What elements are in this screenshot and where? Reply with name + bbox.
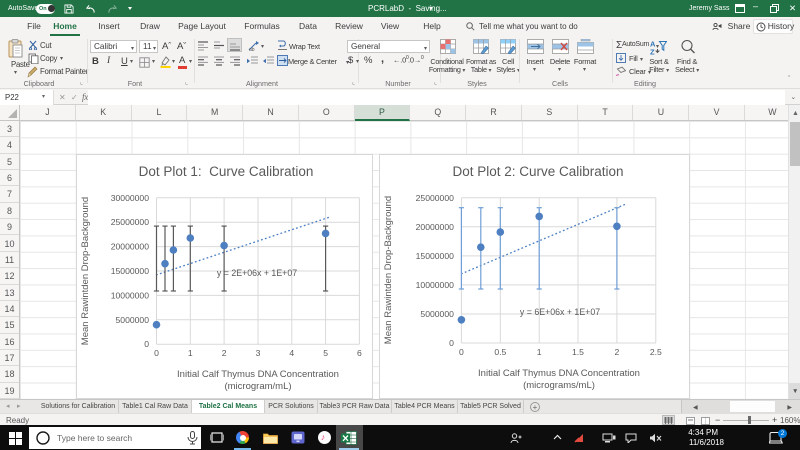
svg-text:5000000: 5000000: [116, 315, 150, 325]
svg-text:10000000: 10000000: [111, 290, 149, 300]
svg-text:1: 1: [188, 348, 193, 358]
svg-text:0: 0: [459, 347, 464, 357]
svg-text:6: 6: [357, 348, 362, 358]
svg-text:0: 0: [144, 339, 149, 349]
svg-text:25000000: 25000000: [111, 217, 149, 227]
svg-text:10000000: 10000000: [416, 280, 454, 290]
svg-text:Mean Rawintden Drop-Background: Mean Rawintden Drop-Background: [80, 197, 91, 345]
svg-text:25000000: 25000000: [416, 193, 454, 203]
svg-text:1.5: 1.5: [572, 347, 584, 357]
svg-text:0.5: 0.5: [494, 347, 506, 357]
svg-text:y = 6E+06x + 1E+07: y = 6E+06x + 1E+07: [520, 307, 600, 317]
svg-text:(micrograms/mL): (micrograms/mL): [523, 380, 595, 391]
svg-text:15000000: 15000000: [416, 251, 454, 261]
svg-text:2: 2: [222, 348, 227, 358]
svg-text:1: 1: [537, 347, 542, 357]
svg-text:3: 3: [256, 348, 261, 358]
svg-text:Initial Calf Thymus DNA Concen: Initial Calf Thymus DNA Concentration: [478, 368, 640, 379]
svg-text:20000000: 20000000: [416, 222, 454, 232]
svg-text:Mean Rawintden Drop-Background: Mean Rawintden Drop-Background: [383, 196, 394, 344]
svg-text:Initial Calf Thymus DNA Concen: Initial Calf Thymus DNA Concentration: [177, 369, 339, 380]
svg-text:5: 5: [323, 348, 328, 358]
svg-text:20000000: 20000000: [111, 242, 149, 252]
svg-text:Dot Plot 2: Curve Calibration: Dot Plot 2: Curve Calibration: [452, 164, 623, 179]
svg-text:0: 0: [154, 348, 159, 358]
svg-text:Dot Plot 1: Curve Calibration: Dot Plot 1: Curve Calibration: [139, 164, 314, 179]
svg-text:(microgram/mL): (microgram/mL): [224, 381, 291, 392]
svg-text:2: 2: [615, 347, 620, 357]
svg-text:15000000: 15000000: [111, 266, 149, 276]
svg-text:ab: ab: [249, 47, 255, 52]
svg-text:2.5: 2.5: [650, 347, 662, 357]
svg-text:4: 4: [289, 348, 294, 358]
svg-text:y = 2E+06x + 1E+07: y = 2E+06x + 1E+07: [217, 268, 297, 278]
svg-text:0: 0: [449, 338, 454, 348]
svg-text:5000000: 5000000: [420, 309, 454, 319]
svg-text:30000000: 30000000: [111, 193, 149, 203]
svg-text:Z: Z: [650, 48, 655, 56]
